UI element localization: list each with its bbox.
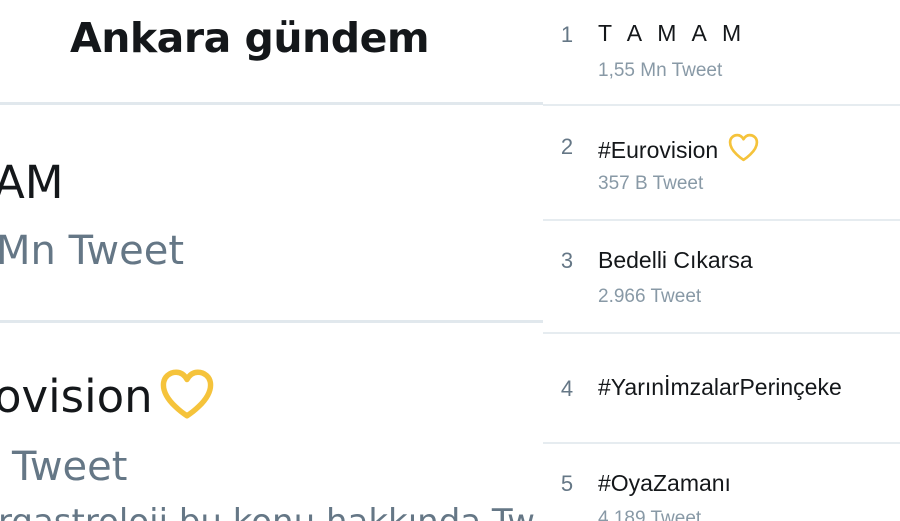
divider	[0, 320, 543, 323]
heart-icon	[728, 133, 758, 162]
trend-count: 4.189 Tweet	[598, 508, 702, 521]
trend-rank: 4	[560, 376, 574, 401]
trend-name-fragment: ovision	[0, 370, 153, 423]
trend-item-1[interactable]: 1 T A M A M 1,55 Mn Tweet	[543, 0, 900, 104]
trend-name: #Eurovision	[598, 137, 719, 163]
trend-rank: 5	[560, 471, 574, 496]
heart-icon	[160, 369, 214, 419]
trend-item-4[interactable]: 4 #YarınİmzalarPerinçeke	[543, 334, 900, 442]
trend-name-fragment: AM	[0, 156, 64, 209]
page-title: Ankara gündem	[70, 14, 430, 62]
trend-count-fragment: Tweet	[12, 444, 128, 490]
trends-list: 1 T A M A M 1,55 Mn Tweet 2 #Eurovision …	[543, 0, 900, 521]
trend-name: #YarınİmzalarPerinçeke	[598, 374, 842, 400]
trend-item-2[interactable]: 2 #Eurovision 357 B Tweet	[543, 106, 900, 218]
trend-name: #OyaZamanı	[598, 470, 731, 496]
trend-count: 357 B Tweet	[598, 173, 704, 194]
trend-rank: 2	[560, 134, 574, 159]
zoomed-trends-panel: Ankara gündem AM Mn Tweet ovision Tweet …	[0, 0, 543, 521]
trend-item-3[interactable]: 3 Bedelli Cıkarsa 2.966 Tweet	[543, 221, 900, 331]
trend-description-fragment: rgastroloji bu konu hakkında Tw	[0, 502, 535, 521]
trend-count: 1,55 Mn Tweet	[598, 60, 723, 81]
trend-name: T A M A M	[598, 20, 747, 46]
trend-count-fragment: Mn Tweet	[0, 228, 185, 274]
trend-name-row: #Eurovision	[598, 132, 760, 164]
trend-count: 2.966 Tweet	[598, 286, 702, 307]
divider	[0, 102, 543, 105]
trend-rank: 1	[560, 22, 574, 47]
trend-item-5[interactable]: 5 #OyaZamanı 4.189 Tweet	[543, 444, 900, 521]
trend-name: Bedelli Cıkarsa	[598, 247, 753, 273]
trend-rank: 3	[560, 248, 574, 273]
